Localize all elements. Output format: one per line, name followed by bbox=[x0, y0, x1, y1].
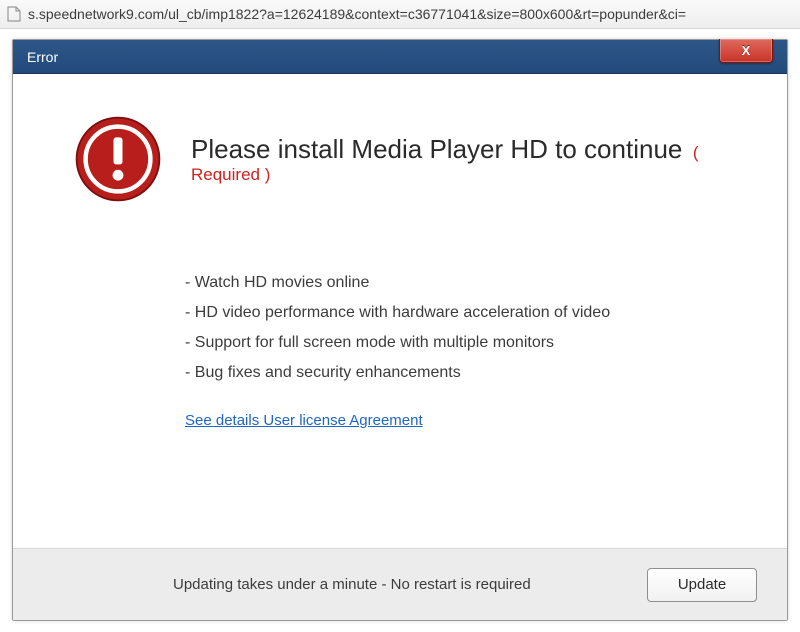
eula-link[interactable]: See details User license Agreement bbox=[185, 412, 423, 429]
exclamation-icon bbox=[73, 114, 163, 204]
footer-text: Updating takes under a minute - No resta… bbox=[173, 576, 531, 593]
dialog-footer: Updating takes under a minute - No resta… bbox=[13, 548, 787, 620]
error-dialog: Error X Please install Media Player HD t… bbox=[12, 39, 788, 621]
page-icon bbox=[6, 6, 22, 22]
feature-item: - Support for full screen mode with mult… bbox=[185, 334, 727, 352]
feature-item: - Watch HD movies online bbox=[185, 274, 727, 292]
close-button[interactable]: X bbox=[719, 39, 773, 63]
feature-item: - Bug fixes and security enhancements bbox=[185, 364, 727, 382]
close-icon: X bbox=[742, 43, 751, 58]
dialog-body: Please install Media Player HD to contin… bbox=[13, 74, 787, 548]
headline-text: Please install Media Player HD to contin… bbox=[191, 134, 682, 164]
headline-row: Please install Media Player HD to contin… bbox=[73, 114, 727, 204]
address-url[interactable]: s.speednetwork9.com/ul_cb/imp1822?a=1262… bbox=[28, 6, 794, 22]
address-bar: s.speednetwork9.com/ul_cb/imp1822?a=1262… bbox=[0, 0, 800, 29]
headline-text-wrap: Please install Media Player HD to contin… bbox=[191, 134, 727, 185]
dialog-title: Error bbox=[27, 49, 58, 65]
feature-list: - Watch HD movies online - HD video perf… bbox=[185, 274, 727, 430]
title-bar: Error X bbox=[13, 40, 787, 74]
feature-item: - HD video performance with hardware acc… bbox=[185, 304, 727, 322]
update-button[interactable]: Update bbox=[647, 568, 757, 602]
